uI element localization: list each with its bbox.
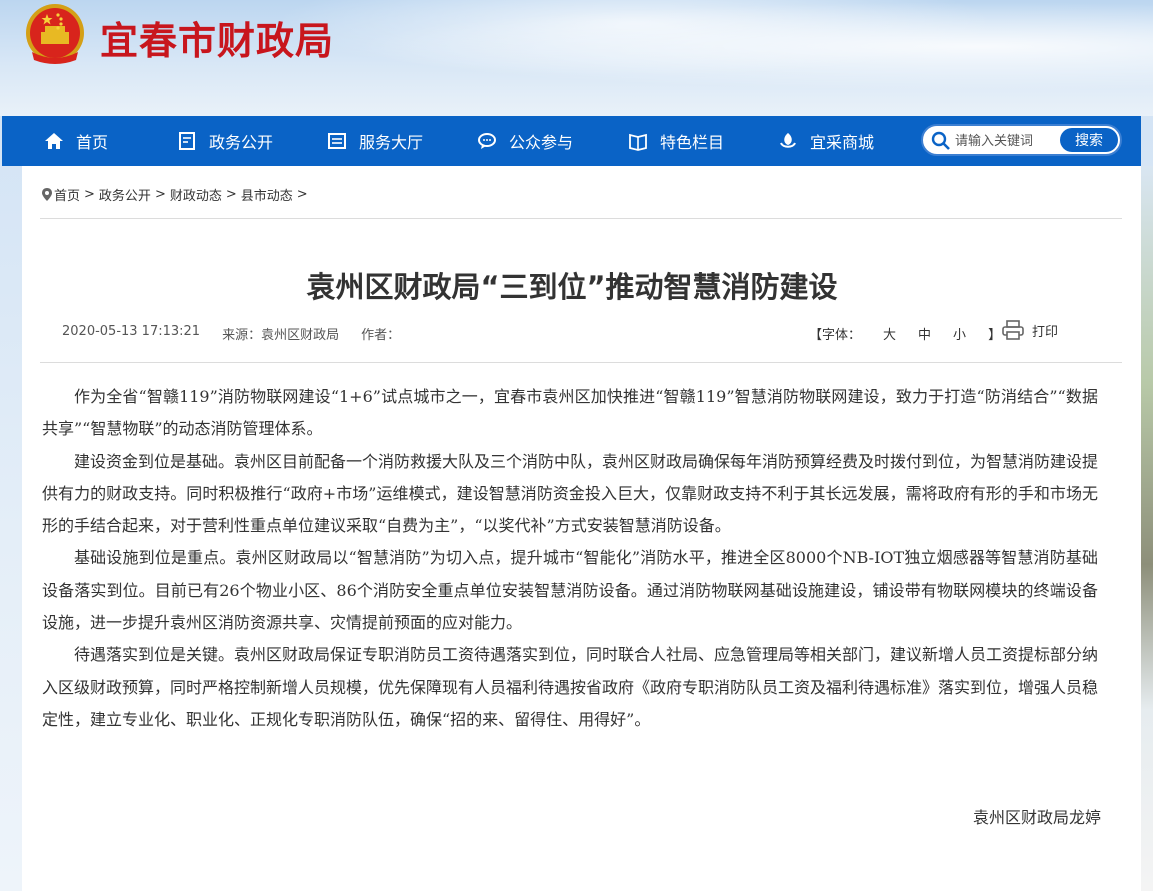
document-icon <box>179 132 195 150</box>
chat-icon <box>478 133 496 149</box>
nav-item-special-column[interactable]: 特色栏目 <box>628 116 724 166</box>
nav-item-procurement-mall[interactable]: 宜采商城 <box>778 116 874 166</box>
article-body: 作为全省“智赣119”消防物联网建设“1+6”试点城市之一，宜春市袁州区加快推进… <box>42 381 1098 736</box>
publish-date: 2020-05-13 17:13:21 <box>62 324 201 339</box>
breadcrumb-county-news[interactable]: 县市动态 <box>241 185 293 204</box>
font-size-close: 】 <box>988 328 1002 343</box>
print-label: 打印 <box>1032 324 1059 340</box>
leaf-icon <box>780 133 796 148</box>
nav-item-label: 政务公开 <box>209 133 274 152</box>
nav-item-label: 公众参与 <box>509 133 574 152</box>
breadcrumb-separator: > <box>296 187 308 202</box>
site-header: 宜春市财政局 <box>0 0 1153 116</box>
site-title: 宜春市财政局 <box>100 18 335 63</box>
article-paragraph: 待遇落实到位是关键。袁州区财政局保证专职消防员工资待遇落实到位，同时联合人社局、… <box>42 645 1099 729</box>
breadcrumb-separator: > <box>84 187 95 202</box>
print-button[interactable]: 打印 <box>1002 320 1058 340</box>
search-button[interactable]: 搜索 <box>1060 128 1118 152</box>
article-paragraph: 建设资金到位是基础。袁州区目前配备一个消防救援大队及三个消防中队，袁州区财政局确… <box>42 451 1099 536</box>
background-scenery <box>1141 166 1153 891</box>
breadcrumb-separator: > <box>154 187 166 202</box>
nav-item-label: 首页 <box>76 133 109 152</box>
breadcrumb: 首页 > 政务公开 > 财政动态 > 县市动态 > <box>42 185 312 204</box>
nav-item-label: 宜采商城 <box>810 133 875 152</box>
divider <box>40 362 1122 363</box>
font-size-large[interactable]: 大 <box>883 324 896 343</box>
nav-item-home[interactable]: 首页 <box>44 116 108 166</box>
breadcrumb-government-affairs[interactable]: 政务公开 <box>99 185 151 204</box>
location-pin-icon <box>42 188 52 201</box>
article-paragraph: 基础设施到位是重点。袁州区财政局以“智慧消防”为切入点，提升城市“智能化”消防水… <box>42 548 1098 633</box>
book-icon <box>629 133 647 151</box>
printer-icon <box>1002 320 1024 340</box>
font-size-switcher: 【字体： 大 中 小 】 <box>809 324 1001 343</box>
divider <box>40 218 1122 219</box>
nav-item-label: 服务大厅 <box>359 133 424 152</box>
content-panel: 首页 > 政务公开 > 财政动态 > 县市动态 > 袁州区财政局“三到位”推动智… <box>22 166 1141 891</box>
font-size-medium[interactable]: 中 <box>918 324 931 343</box>
article-author: 作者： <box>361 328 401 343</box>
font-size-label: 【字体： <box>809 328 862 343</box>
nav-item-service-hall[interactable]: 服务大厅 <box>327 116 423 166</box>
national-emblem-icon <box>26 4 84 64</box>
search-box: 搜索 <box>921 124 1122 156</box>
search-icon <box>931 131 950 150</box>
article-signature: 袁州区财政局龙婷 <box>972 808 1101 827</box>
nav-item-government-affairs[interactable]: 政务公开 <box>177 116 273 166</box>
nav-item-label: 特色栏目 <box>660 133 725 152</box>
nav-item-public-participation[interactable]: 公众参与 <box>477 116 573 166</box>
list-icon <box>328 133 346 149</box>
article-title: 袁州区财政局“三到位”推动智慧消防建设 <box>306 270 838 304</box>
article-source: 来源：袁州区财政局 <box>222 328 340 343</box>
breadcrumb-separator: > <box>225 187 237 202</box>
breadcrumb-home[interactable]: 首页 <box>54 185 80 204</box>
font-size-small[interactable]: 小 <box>953 324 966 343</box>
article-paragraph: 作为全省“智赣119”消防物联网建设“1+6”试点城市之一，宜春市袁州区加快推进… <box>42 387 1098 439</box>
search-input[interactable] <box>955 130 1055 152</box>
breadcrumb-finance-news[interactable]: 财政动态 <box>170 185 222 204</box>
article-meta: 2020-05-13 17:13:21 来源：袁州区财政局 作者： <box>62 324 400 343</box>
home-icon <box>45 133 63 149</box>
